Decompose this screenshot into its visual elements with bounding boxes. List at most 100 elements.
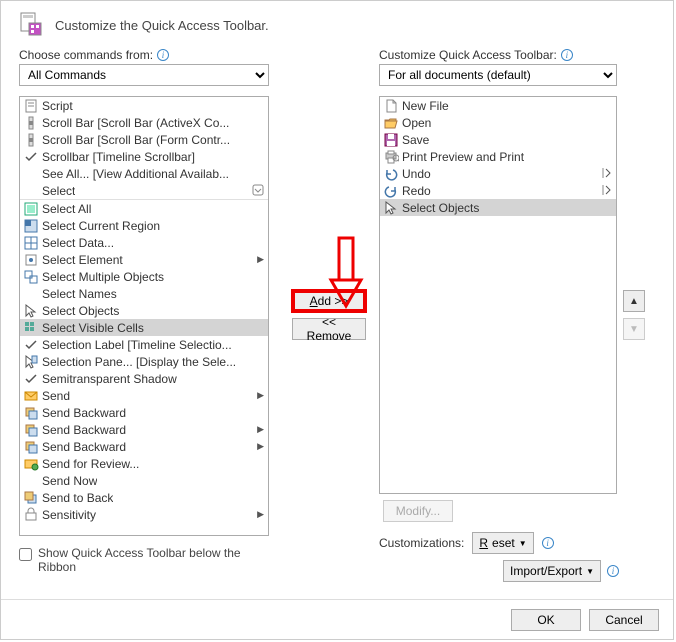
list-item[interactable]: Select Objects bbox=[380, 199, 616, 216]
submenu-arrow-icon: ▶ bbox=[257, 424, 264, 435]
list-item[interactable]: Send▶ bbox=[20, 387, 268, 404]
list-item[interactable]: Script bbox=[20, 97, 268, 114]
pane-icon bbox=[22, 354, 40, 370]
list-item[interactable]: Send Backward ▶ bbox=[20, 421, 268, 438]
submenu-arrow-icon: ▶ bbox=[257, 509, 264, 520]
send-icon bbox=[22, 388, 40, 404]
info-icon[interactable]: i bbox=[561, 49, 573, 61]
selall-icon bbox=[22, 201, 40, 217]
list-item[interactable]: Send Backward ▶ bbox=[20, 438, 268, 455]
submenu-arrow-icon: ▶ bbox=[257, 441, 264, 452]
list-item[interactable]: Select Names bbox=[20, 285, 268, 302]
qat-listbox[interactable]: New FileOpen Save Print Preview and PrintU… bbox=[379, 96, 617, 494]
list-item-label: Send bbox=[40, 389, 70, 403]
list-item[interactable]: Send Now bbox=[20, 472, 268, 489]
remove-button[interactable]: << Remove bbox=[292, 318, 366, 340]
region-icon bbox=[22, 218, 40, 234]
list-item-label: Script bbox=[40, 99, 73, 113]
open-icon bbox=[382, 115, 400, 131]
list-item-label: New File bbox=[400, 99, 449, 113]
list-item[interactable]: Scroll Bar [Scroll Bar (ActiveX Co... bbox=[20, 114, 268, 131]
list-item[interactable]: Save bbox=[380, 131, 616, 148]
list-item[interactable]: See All... [View Additional Availab... bbox=[20, 165, 268, 182]
list-item-label: Send Backward bbox=[40, 423, 126, 437]
vis-icon bbox=[22, 320, 40, 336]
list-item[interactable]: Select Visible Cells bbox=[20, 319, 268, 336]
split-indicator-icon bbox=[602, 184, 612, 198]
list-item[interactable]: Select bbox=[20, 182, 268, 199]
cancel-button[interactable]: Cancel bbox=[589, 609, 659, 631]
import-export-button[interactable]: Import/Export ▼ bbox=[503, 560, 601, 582]
info-icon[interactable]: i bbox=[542, 537, 554, 549]
blank-icon bbox=[22, 166, 40, 182]
info-icon[interactable]: i bbox=[157, 49, 169, 61]
split-indicator-icon bbox=[602, 167, 612, 181]
list-item[interactable]: Scroll Bar [Scroll Bar (Form Contr... bbox=[20, 131, 268, 148]
list-item[interactable]: Select Objects bbox=[20, 302, 268, 319]
list-item[interactable]: Scrollbar [Timeline Scrollbar] bbox=[20, 148, 268, 165]
list-item-label: Send Backward bbox=[40, 406, 126, 420]
list-item[interactable]: Print Preview and Print bbox=[380, 148, 616, 165]
list-item-label: Send Backward bbox=[40, 440, 126, 454]
list-item-label: Sensitivity bbox=[40, 508, 96, 522]
dialog-title: Customize the Quick Access Toolbar. bbox=[55, 18, 269, 33]
list-item[interactable]: Open bbox=[380, 114, 616, 131]
commands-listbox[interactable]: Script Scroll Bar [Scroll Bar (ActiveX Co… bbox=[19, 96, 269, 536]
ok-button[interactable]: OK bbox=[511, 609, 581, 631]
list-item[interactable]: Redo bbox=[380, 182, 616, 199]
review-icon bbox=[22, 456, 40, 472]
check-icon bbox=[22, 149, 40, 165]
list-item[interactable]: Select All bbox=[20, 200, 268, 217]
move-up-button[interactable]: ▲ bbox=[623, 290, 645, 312]
customizations-label: Customizations: bbox=[379, 536, 464, 550]
list-item-label: Redo bbox=[400, 184, 431, 198]
choose-commands-combo[interactable]: All Commands bbox=[19, 64, 269, 86]
choose-commands-label: Choose commands from: i bbox=[19, 48, 279, 62]
check-icon bbox=[22, 337, 40, 353]
reset-button[interactable]: Reset ▼ bbox=[472, 532, 533, 554]
list-item-label: See All... [View Additional Availab... bbox=[40, 167, 229, 181]
list-item-label: Select All bbox=[40, 202, 91, 216]
sb-icon bbox=[22, 405, 40, 421]
list-item[interactable]: New File bbox=[380, 97, 616, 114]
submenu-arrow-icon: ▶ bbox=[257, 254, 264, 265]
list-item[interactable]: Selection Pane... [Display the Sele... bbox=[20, 353, 268, 370]
list-item[interactable]: Send to Back bbox=[20, 489, 268, 506]
list-item[interactable]: Select Multiple Objects bbox=[20, 268, 268, 285]
list-item-label: Send to Back bbox=[40, 491, 113, 505]
list-item[interactable]: Select Data... bbox=[20, 234, 268, 251]
show-below-ribbon-checkbox[interactable] bbox=[19, 548, 32, 561]
scope-combo[interactable]: For all documents (default) bbox=[379, 64, 617, 86]
list-item[interactable]: Semitransparent Shadow bbox=[20, 370, 268, 387]
list-item-label: Send Now bbox=[40, 474, 97, 488]
list-item[interactable]: Selection Label [Timeline Selectio... bbox=[20, 336, 268, 353]
blank-icon bbox=[22, 183, 40, 199]
modify-button: Modify... bbox=[383, 500, 453, 522]
list-item[interactable]: Undo bbox=[380, 165, 616, 182]
sele-icon bbox=[22, 252, 40, 268]
list-item-label: Select Element bbox=[40, 253, 123, 267]
list-item[interactable]: Send Backward bbox=[20, 404, 268, 421]
add-button[interactable]: Add >> bbox=[292, 290, 366, 312]
list-item-label: Print Preview and Print bbox=[400, 150, 524, 164]
list-item-label: Select Objects bbox=[40, 304, 119, 318]
save-icon bbox=[382, 132, 400, 148]
list-item-label: Select Visible Cells bbox=[40, 321, 144, 335]
undo-icon bbox=[382, 166, 400, 182]
list-item[interactable]: Sensitivity ▶ bbox=[20, 506, 268, 523]
list-item-label: Select bbox=[40, 184, 75, 198]
list-item-label: Select Data... bbox=[40, 236, 114, 250]
list-item-label: Save bbox=[400, 133, 429, 147]
submenu-arrow-icon bbox=[252, 184, 264, 198]
print-icon bbox=[382, 149, 400, 165]
blank-icon bbox=[22, 473, 40, 489]
list-item[interactable]: Send for Review... bbox=[20, 455, 268, 472]
list-item[interactable]: Select Element ▶ bbox=[20, 251, 268, 268]
qat-header-icon bbox=[19, 11, 55, 40]
blank-icon bbox=[22, 286, 40, 302]
cursor-icon bbox=[382, 200, 400, 216]
sens-icon bbox=[22, 507, 40, 523]
list-item-label: Scroll Bar [Scroll Bar (ActiveX Co... bbox=[40, 116, 229, 130]
list-item[interactable]: Select Current Region bbox=[20, 217, 268, 234]
info-icon[interactable]: i bbox=[607, 565, 619, 577]
